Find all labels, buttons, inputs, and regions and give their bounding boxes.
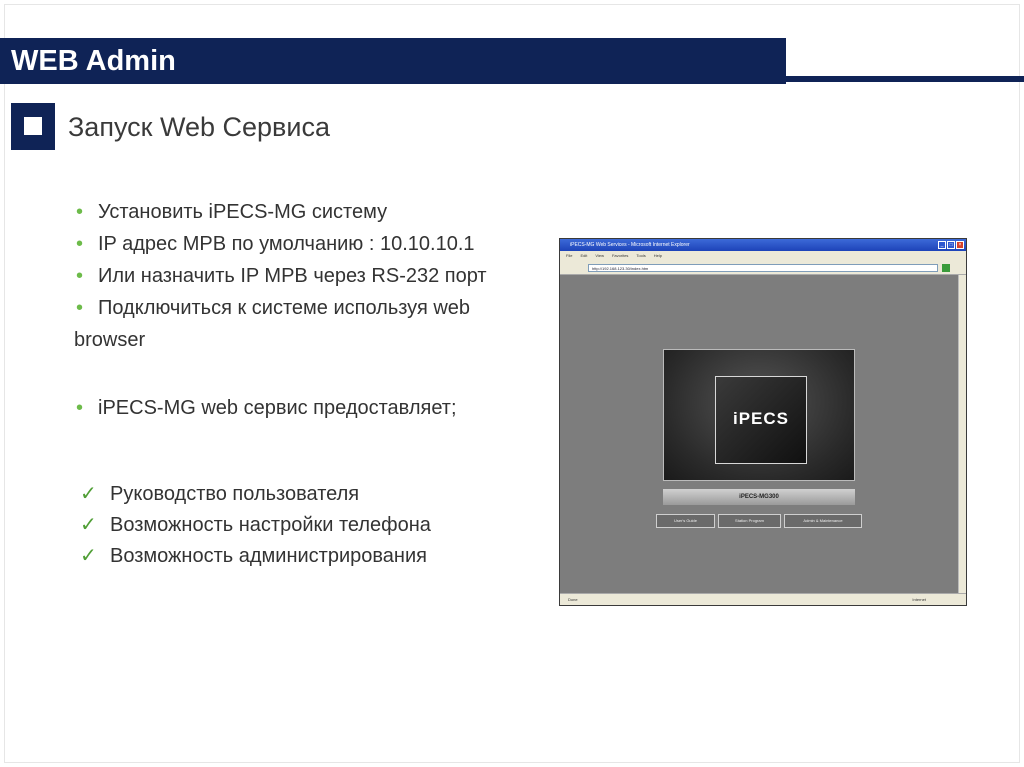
menu-edit[interactable]: Edit <box>580 251 587 261</box>
close-icon[interactable]: × <box>956 241 964 249</box>
bullet-dot-icon: • <box>76 233 84 255</box>
bullet-list: • Установить iPECS-MG систему • IP адрес M… <box>74 196 554 424</box>
go-icon[interactable] <box>942 264 950 272</box>
ipecs-logo-box: iPECS <box>715 376 807 464</box>
check-item: ✓ Руководство пользователя <box>80 479 560 510</box>
menu-file[interactable]: File <box>566 251 572 261</box>
bullet-dot-icon: • <box>76 297 84 319</box>
section-marker-icon <box>11 103 55 150</box>
minimize-icon[interactable]: _ <box>938 241 946 249</box>
bullet-continuation: browser <box>74 329 146 351</box>
browser-window-title: iPECS-MG Web Services - Microsoft Intern… <box>570 242 690 248</box>
section-heading: Запуск Web Сервиса <box>68 112 330 142</box>
check-item: ✓ Возможность настройки телефона <box>80 510 560 541</box>
browser-status-bar: Done Internet <box>560 593 966 605</box>
bullet-dot-icon: • <box>76 265 84 287</box>
bullet-item: • Подключиться к системе используя web <box>74 292 554 324</box>
model-label: iPECS-MG300 <box>663 489 855 505</box>
title-rule <box>786 76 1024 82</box>
bullet-dot-icon: • <box>76 397 84 419</box>
checkmark-icon: ✓ <box>80 483 97 505</box>
station-program-button[interactable]: Station Program <box>718 514 781 528</box>
browser-screenshot: iPECS-MG Web Services - Microsoft Intern… <box>559 238 967 606</box>
address-bar[interactable]: http://192.168.123.30/index.htm <box>588 264 938 272</box>
bullet-item: • IP адрес MPB по умолчанию : 10.10.10.1 <box>74 228 554 260</box>
check-list: ✓ Руководство пользователя ✓ Возможность н… <box>80 479 560 572</box>
checkmark-icon: ✓ <box>80 514 97 536</box>
browser-title-bar: iPECS-MG Web Services - Microsoft Intern… <box>560 239 966 251</box>
bullet-dot-icon: • <box>76 201 84 223</box>
menu-help[interactable]: Help <box>654 251 662 261</box>
maximize-icon[interactable]: □ <box>947 241 955 249</box>
bullet-item: • Или назначить IP MPB через RS-232 порт <box>74 260 554 292</box>
browser-menu-bar: File Edit View Favorites Tools Help <box>560 251 966 261</box>
admin-maintenance-button[interactable]: Admin & Maintenance <box>784 514 862 528</box>
menu-tools[interactable]: Tools <box>636 251 645 261</box>
status-zone: Internet <box>912 597 926 602</box>
menu-favorites[interactable]: Favorites <box>612 251 628 261</box>
bullet-item: • Установить iPECS-MG систему <box>74 196 554 228</box>
checkmark-icon: ✓ <box>80 545 97 567</box>
users-guide-button[interactable]: User's Guide <box>656 514 715 528</box>
bullet-item: • iPECS-MG web сервис предоставляет; <box>74 392 554 424</box>
status-text: Done <box>568 597 578 602</box>
menu-view[interactable]: View <box>595 251 604 261</box>
check-item: ✓ Возможность администрирования <box>80 541 560 572</box>
browser-content: iPECS iPECS-MG300 User's Guide Station P… <box>560 275 958 595</box>
browser-address-toolbar: http://192.168.123.30/index.htm <box>560 261 966 275</box>
browser-scrollbar[interactable] <box>958 275 966 595</box>
slide-title: WEB Admin <box>0 38 786 84</box>
ipecs-logo: iPECS <box>732 409 790 428</box>
ipecs-panel: iPECS <box>663 349 855 481</box>
